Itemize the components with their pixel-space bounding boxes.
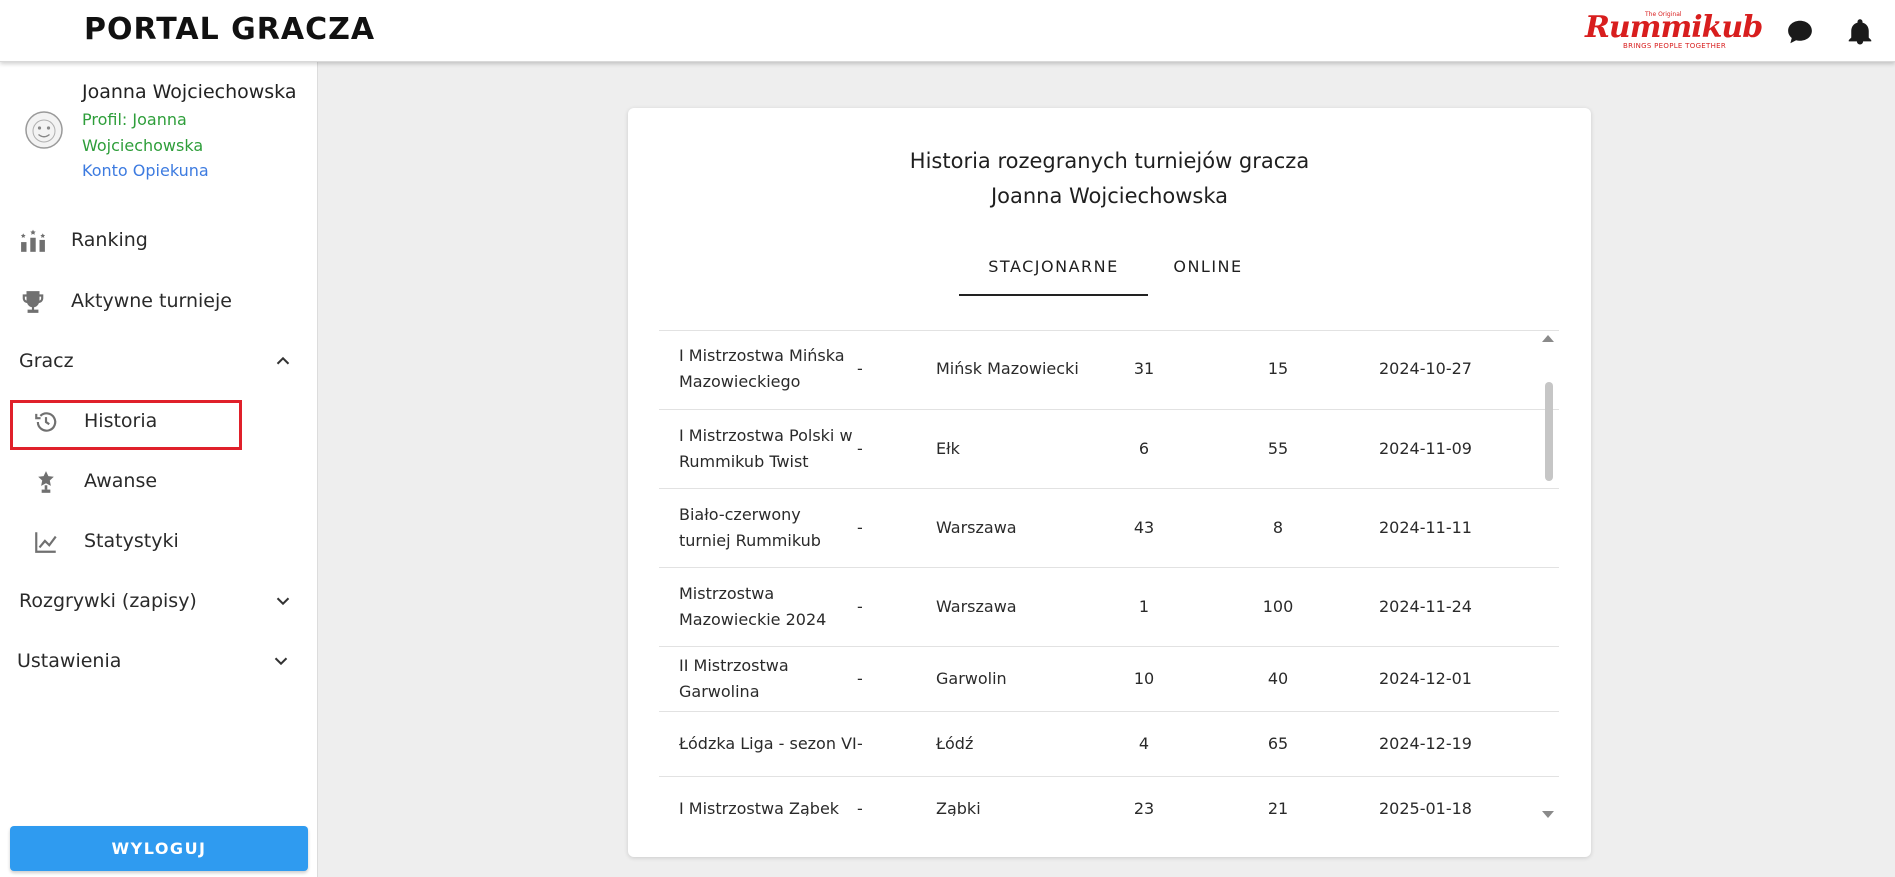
page-title-line-1: Historia rozegranych turniejów gracza (909, 149, 1310, 173)
table-row[interactable]: II Mistrzostwa Garwolina - Garwolin 10 40 202… (659, 646, 1559, 712)
placeholder-cell: - (857, 711, 931, 777)
city-cell: Ząbki (931, 776, 1081, 816)
value-cell-2: 15 (1207, 330, 1349, 410)
sidebar-section-settings[interactable]: Ustawienia (0, 636, 318, 686)
sidebar-item-label: Awanse (84, 470, 158, 492)
chat-icon[interactable] (1785, 17, 1815, 47)
date-cell: 2024-11-24 (1349, 567, 1559, 647)
value-cell-2: 65 (1207, 711, 1349, 777)
page-title: Historia rozegranych turniejów gracza Jo… (628, 144, 1591, 214)
tournament-name-cell: II Mistrzostwa Garwolina (659, 646, 857, 712)
sidebar-item-promotions[interactable]: Awanse (0, 456, 318, 506)
chevron-down-icon (272, 590, 294, 612)
page-title-line-2: Joanna Wojciechowska (990, 184, 1229, 208)
tournament-name-cell: I Mistrzostwa Mińska Mazowieckiego (659, 330, 857, 410)
rummikub-logo[interactable]: The Original Rummikub BRINGS PEOPLE TOGE… (1585, 10, 1763, 52)
avatar[interactable] (24, 110, 64, 150)
placeholder-cell: - (857, 567, 931, 647)
sidebar-item-label: Statystyki (84, 530, 179, 552)
scroll-down-arrow-icon[interactable] (1541, 805, 1555, 818)
city-cell: Garwolin (931, 646, 1081, 712)
city-cell: Warszawa (931, 567, 1081, 647)
value-cell-2: 21 (1207, 776, 1349, 816)
history-table-scroll[interactable]: I Mistrzostwa Mińska Mazowieckiego - Mińsk… (659, 330, 1564, 816)
sidebar-section-player[interactable]: Gracz (0, 336, 318, 386)
value-cell-1: 10 (1081, 646, 1207, 712)
chevron-down-icon (270, 650, 292, 672)
placeholder-cell: - (857, 488, 931, 568)
sidebar-item-ranking[interactable]: Ranking (0, 215, 318, 265)
ranking-icon (20, 228, 46, 254)
chart-icon (33, 529, 59, 555)
bell-icon[interactable] (1845, 17, 1875, 47)
logout-button[interactable]: WYLOGUJ (10, 826, 308, 871)
tournament-name-cell: Mistrzostwa Mazowieckie 2024 (659, 567, 857, 647)
date-cell: 2024-12-19 (1349, 711, 1559, 777)
date-cell: 2025-01-18 (1349, 776, 1559, 816)
value-cell-2: 8 (1207, 488, 1349, 568)
tab-online[interactable]: ONLINE (1148, 256, 1268, 306)
sidebar-item-label: Ranking (71, 229, 148, 251)
city-cell: Mińsk Mazowiecki (931, 330, 1081, 410)
placeholder-cell: - (857, 776, 931, 816)
date-cell: 2024-12-01 (1349, 646, 1559, 712)
city-cell: Warszawa (931, 488, 1081, 568)
tournament-name-cell: Łódzka Liga - sezon VI (659, 711, 857, 777)
value-cell-1: 1 (1081, 567, 1207, 647)
tournament-name-cell: Biało-czerwony turniej Rummikub (659, 488, 857, 568)
award-icon (33, 469, 59, 495)
table-row[interactable]: Mistrzostwa Mazowieckie 2024- Warszawa 1 10… (659, 567, 1559, 647)
value-cell-2: 40 (1207, 646, 1349, 712)
scrollbar-thumb[interactable] (1545, 382, 1553, 481)
sidebar-item-active-tournaments[interactable]: Aktywne turnieje (0, 276, 318, 326)
history-card: Historia rozegranych turniejów gracza Jo… (628, 108, 1591, 857)
scroll-up-arrow-icon[interactable] (1541, 328, 1555, 342)
value-cell-1: 23 (1081, 776, 1207, 816)
date-cell: 2024-10-27 (1349, 330, 1559, 410)
selection-highlight (10, 400, 242, 450)
logo-tagline: BRINGS PEOPLE TOGETHER (1623, 42, 1727, 50)
user-name: Joanna Wojciechowska (82, 81, 297, 103)
sidebar-section-games[interactable]: Rozgrywki (zapisy) (0, 576, 318, 626)
placeholder-cell: - (857, 409, 931, 489)
table-row[interactable]: Biało-czerwony turniej Rummikub - Warszawa… (659, 488, 1559, 568)
guardian-account-link[interactable]: Konto Opiekuna (82, 161, 209, 180)
top-bar: PORTAL GRACZA The Original Rummikub BRIN… (0, 0, 1895, 62)
sidebar-section-label: Gracz (19, 350, 74, 372)
value-cell-2: 100 (1207, 567, 1349, 647)
date-cell: 2024-11-09 (1349, 409, 1559, 489)
value-cell-1: 6 (1081, 409, 1207, 489)
trophy-icon (20, 289, 46, 315)
city-cell: Ełk (931, 409, 1081, 489)
sidebar-section-label: Rozgrywki (zapisy) (19, 590, 197, 612)
sidebar-section-label: Ustawienia (17, 650, 122, 672)
tournament-name-cell: I Mistrzostwa Polski w Rummikub Twist (659, 409, 857, 489)
city-cell: Łódź (931, 711, 1081, 777)
table-row[interactable]: I Mistrzostwa Mińska Mazowieckiego - Mińsk… (659, 330, 1559, 410)
portal-brand[interactable]: PORTAL GRACZA (84, 12, 375, 47)
chevron-up-icon (272, 350, 294, 372)
placeholder-cell: - (857, 330, 931, 410)
sidebar: Joanna Wojciechowska Profil: Joanna Wojc… (0, 62, 318, 877)
table-row[interactable]: Łódzka Liga - sezon VI - Łódź 4 65 2024-12-19 (659, 711, 1559, 777)
sidebar-item-label: Aktywne turnieje (71, 290, 232, 312)
tournament-name-cell: I Mistrzostwa Ząbek (659, 776, 857, 816)
tab-stationary[interactable]: STACJONARNE (959, 256, 1148, 306)
value-cell-2: 55 (1207, 409, 1349, 489)
table-row[interactable]: I Mistrzostwa Polski w Rummikub Twist - Eł… (659, 409, 1559, 489)
active-tab-indicator (959, 294, 1148, 296)
date-cell: 2024-11-11 (1349, 488, 1559, 568)
profile-link[interactable]: Profil: Joanna Wojciechowska (82, 107, 252, 159)
value-cell-1: 4 (1081, 711, 1207, 777)
table-row[interactable]: I Mistrzostwa Ząbek - Ząbki 23 21 2025-01-18 (659, 776, 1559, 816)
logo-word: Rummikub (1585, 10, 1763, 45)
placeholder-cell: - (857, 646, 931, 712)
value-cell-1: 31 (1081, 330, 1207, 410)
history-table: I Mistrzostwa Mińska Mazowieckiego - Mińsk… (659, 330, 1559, 816)
value-cell-1: 43 (1081, 488, 1207, 568)
sidebar-item-statistics[interactable]: Statystyki (0, 516, 318, 566)
